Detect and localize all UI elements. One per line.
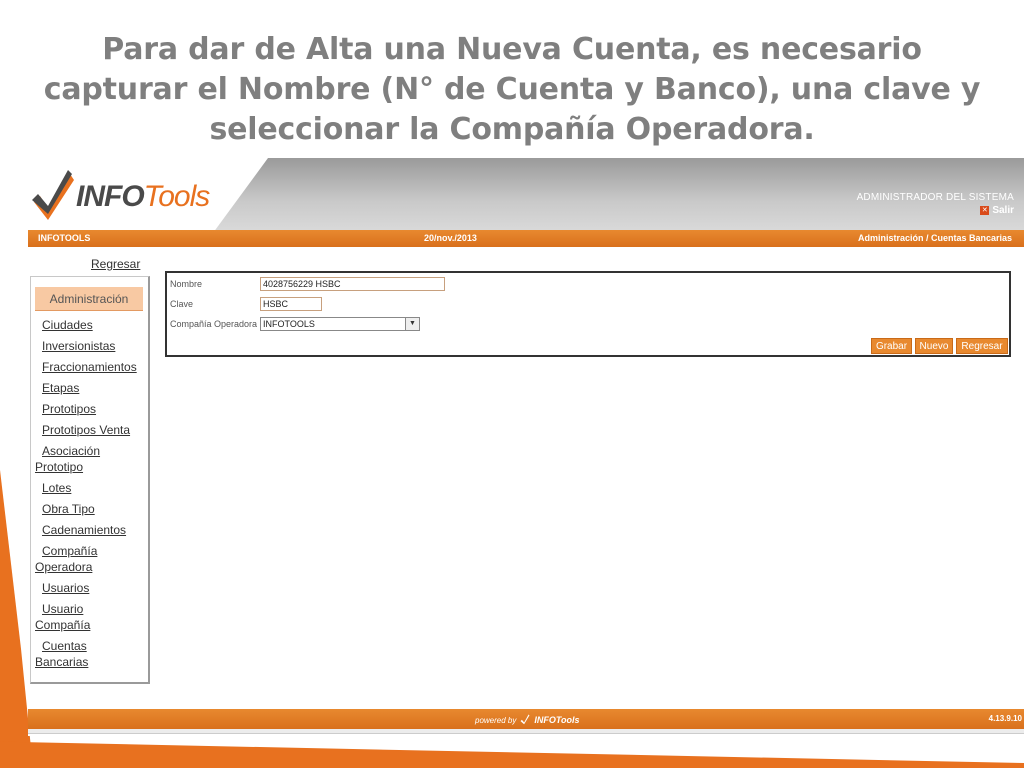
sidebar-item-prototipos-venta[interactable]: Prototipos Venta	[35, 422, 147, 438]
sidebar-item-fraccionamientos[interactable]: Fraccionamientos	[35, 359, 147, 375]
user-role-label: ADMINISTRADOR DEL SISTEMA	[856, 192, 1014, 203]
nombre-label: Nombre	[170, 279, 203, 289]
regresar-button[interactable]: Regresar	[956, 338, 1008, 354]
sidebar-item-lotes[interactable]: Lotes	[35, 480, 147, 496]
app-name: INFOTOOLS	[38, 233, 91, 243]
sidebar-item-asociacion-prototipo[interactable]: Asociación Prototipo	[35, 443, 147, 475]
powered-by: powered by INFOTools	[475, 714, 580, 725]
clave-label: Clave	[170, 299, 194, 309]
compania-label: Compañía Operadora	[170, 319, 258, 329]
close-icon: ✕	[980, 206, 990, 215]
breadcrumb: Administración / Cuentas Bancarias	[857, 233, 1012, 243]
status-bar: INFOTOOLS 20/nov./2013 Administración / …	[28, 230, 1024, 247]
logout-label: Salir	[992, 205, 1014, 216]
current-date: 20/nov./2013	[424, 233, 477, 243]
sidebar-item-cadenamientos[interactable]: Cadenamientos	[35, 522, 147, 538]
sidebar-menu: Ciudades Inversionistas Fraccionamientos…	[35, 317, 147, 675]
app-logo: INFOTools	[76, 180, 210, 213]
checkmark-logo-icon	[32, 170, 74, 220]
chevron-down-icon: ▼	[405, 318, 419, 330]
sidebar-item-etapas[interactable]: Etapas	[35, 380, 147, 396]
footer-strip	[28, 729, 1024, 734]
nombre-input[interactable]: 4028756229 HSBC	[260, 277, 445, 291]
sidebar: Administración Ciudades Inversionistas F…	[30, 276, 150, 684]
app-screenshot: INFOTools ADMINISTRADOR DEL SISTEMA ✕ Sa…	[28, 158, 1024, 736]
back-link[interactable]: Regresar	[91, 257, 140, 271]
sidebar-item-inversionistas[interactable]: Inversionistas	[35, 338, 147, 354]
sidebar-item-usuario-compania[interactable]: Usuario Compañía	[35, 601, 147, 633]
sidebar-item-compania-operadora[interactable]: Compañía Operadora	[35, 543, 147, 575]
sidebar-heading: Administración	[35, 287, 143, 311]
logout-link[interactable]: ✕ Salir	[980, 205, 1014, 216]
compania-selected-value: INFOTOOLS	[263, 319, 315, 329]
app-footer: powered by INFOTools 4.13.9.10	[28, 709, 1024, 729]
compania-select[interactable]: INFOTOOLS ▼	[260, 317, 420, 331]
sidebar-item-obra-tipo[interactable]: Obra Tipo	[35, 501, 147, 517]
slide-decoration-bottom	[0, 741, 1024, 768]
sidebar-item-cuentas-bancarias[interactable]: Cuentas Bancarias	[35, 638, 147, 670]
checkmark-logo-icon	[520, 714, 530, 725]
clave-input[interactable]: HSBC	[260, 297, 322, 311]
grabar-button[interactable]: Grabar	[871, 338, 912, 354]
app-header: INFOTools ADMINISTRADOR DEL SISTEMA ✕ Sa…	[28, 158, 1024, 230]
powered-logo: INFOTools	[534, 715, 580, 725]
sidebar-item-prototipos[interactable]: Prototipos	[35, 401, 147, 417]
slide-title: Para dar de Alta una Nueva Cuenta, es ne…	[43, 32, 981, 147]
sidebar-item-usuarios[interactable]: Usuarios	[35, 580, 147, 596]
logo-panel: INFOTools	[28, 158, 268, 230]
account-form: Nombre 4028756229 HSBC Clave HSBC Compañ…	[165, 271, 1011, 357]
sidebar-item-ciudades[interactable]: Ciudades	[35, 317, 147, 333]
version-label: 4.13.9.10	[988, 714, 1022, 723]
nuevo-button[interactable]: Nuevo	[915, 338, 953, 354]
